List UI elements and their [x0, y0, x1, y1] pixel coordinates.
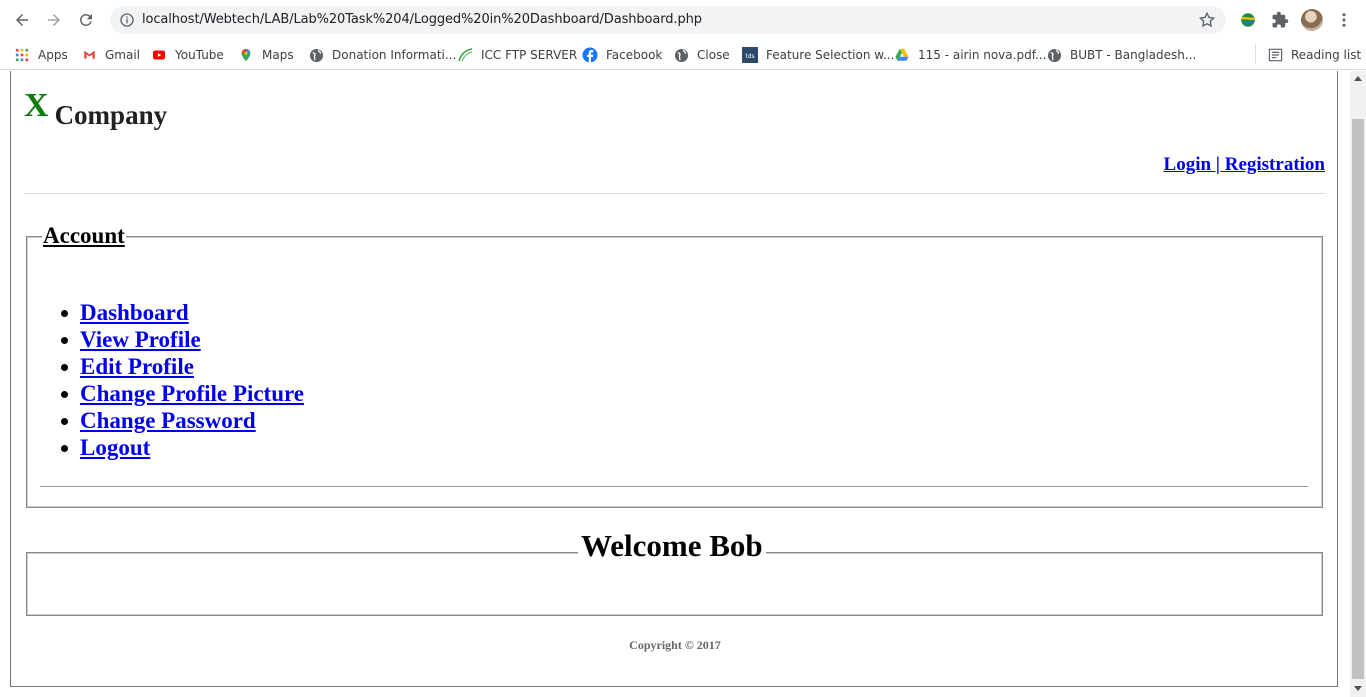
profile-avatar[interactable] [1301, 9, 1323, 31]
page-viewport: X Company Login | Registration Account D… [0, 71, 1350, 697]
header-divider [24, 193, 1325, 194]
scroll-up-arrow-icon[interactable] [1354, 76, 1362, 81]
brand-logo-mark: X [24, 87, 49, 124]
info-icon[interactable] [119, 12, 135, 28]
menu-item-view-profile: View Profile [61, 326, 304, 353]
bookmark-feature-selection[interactable]: tds Feature Selection w... [742, 45, 894, 65]
logout-link[interactable]: Logout [80, 435, 150, 460]
drive-icon [894, 47, 910, 63]
reading-list-icon [1267, 47, 1283, 63]
tds-icon: tds [742, 47, 758, 63]
bookmark-label: 115 - airin nova.pdf... [918, 48, 1047, 62]
scroll-down-arrow-icon[interactable] [1354, 686, 1362, 691]
bookmark-label: Gmail [105, 48, 141, 62]
svg-text:tds: tds [745, 53, 754, 60]
bookmark-gmail[interactable]: Gmail [81, 45, 140, 65]
back-button[interactable] [10, 8, 34, 32]
menu-item-change-picture: Change Profile Picture [61, 380, 304, 407]
bookmark-donation[interactable]: Donation Informati... [308, 45, 456, 65]
reload-icon [79, 13, 92, 26]
menu-item-dashboard: Dashboard [61, 299, 304, 326]
change-password-link[interactable]: Change Password [80, 408, 256, 433]
account-divider [40, 486, 1308, 487]
bookmark-label: Maps [262, 48, 294, 62]
edit-profile-link[interactable]: Edit Profile [80, 354, 194, 379]
bookmark-youtube[interactable]: YouTube [151, 45, 224, 65]
bookmarks-bar: Apps Gmail YouTube Maps Donation Informa… [0, 40, 1366, 70]
copyright-footer: Copyright © 2017 [629, 638, 721, 652]
extensions-puzzle-icon[interactable] [1270, 10, 1290, 30]
menu-item-edit-profile: Edit Profile [61, 353, 304, 380]
globe-icon [308, 47, 324, 63]
account-menu: Dashboard View Profile Edit Profile Chan… [61, 299, 304, 461]
bookmark-star-icon[interactable] [1198, 11, 1216, 29]
account-legend: Account [42, 223, 126, 249]
ftp-icon [457, 47, 473, 63]
bookmark-label: Facebook [606, 48, 663, 62]
arrow-left-icon [16, 14, 28, 26]
reload-button[interactable] [74, 8, 98, 32]
bookmark-label: ICC FTP SERVER [481, 48, 578, 62]
reading-list-button[interactable]: Reading list [1267, 45, 1361, 65]
gmail-icon [81, 47, 97, 63]
brand-name: Company [54, 100, 168, 130]
bookmark-facebook[interactable]: Facebook [582, 45, 662, 65]
apps-grid-icon [14, 47, 30, 63]
bookmark-label: YouTube [175, 48, 224, 62]
maps-icon [238, 47, 254, 63]
view-profile-link[interactable]: View Profile [80, 327, 201, 352]
arrow-right-icon [48, 14, 60, 26]
auth-links: Login | Registration [1164, 154, 1325, 176]
extension-globe-icon[interactable] [1238, 10, 1258, 30]
dashboard-link[interactable]: Dashboard [80, 300, 189, 325]
address-bar[interactable]: localhost/Webtech/LAB/Lab%20Task%204/Log… [110, 6, 1226, 34]
bookmark-label: Apps [38, 48, 68, 62]
globe-icon [673, 47, 689, 63]
bookmarks-divider [1255, 44, 1256, 64]
bookmark-icc-ftp[interactable]: ICC FTP SERVER [457, 45, 577, 65]
welcome-heading: Welcome Bob [578, 528, 766, 564]
change-profile-picture-link[interactable]: Change Profile Picture [80, 381, 304, 406]
facebook-icon [582, 47, 598, 63]
bookmark-maps[interactable]: Maps [238, 45, 294, 65]
youtube-icon [151, 47, 167, 63]
url-text[interactable]: localhost/Webtech/LAB/Lab%20Task%204/Log… [142, 12, 702, 27]
globe-icon [1046, 47, 1062, 63]
scrollbar-thumb[interactable] [1352, 119, 1364, 679]
menu-item-logout: Logout [61, 434, 304, 461]
bookmark-bubt[interactable]: BUBT - Bangladesh... [1046, 45, 1196, 65]
forward-button[interactable] [42, 8, 66, 32]
bookmark-label: Donation Informati... [332, 48, 457, 62]
login-registration-link[interactable]: Login | Registration [1164, 154, 1325, 175]
brand-header: X Company [24, 87, 167, 131]
bookmark-label: Feature Selection w... [766, 48, 895, 62]
vertical-scrollbar[interactable] [1350, 71, 1366, 697]
browser-toolbar: localhost/Webtech/LAB/Lab%20Task%204/Log… [0, 0, 1366, 40]
reading-list-label: Reading list [1291, 48, 1362, 62]
menu-kebab-icon[interactable] [1334, 10, 1354, 30]
bookmark-label: BUBT - Bangladesh... [1070, 48, 1197, 62]
bookmark-apps[interactable]: Apps [14, 45, 68, 65]
bookmark-label: Close [697, 48, 730, 62]
bookmark-drive-pdf[interactable]: 115 - airin nova.pdf... [894, 45, 1046, 65]
menu-item-change-password: Change Password [61, 407, 304, 434]
bookmark-close[interactable]: Close [673, 45, 730, 65]
